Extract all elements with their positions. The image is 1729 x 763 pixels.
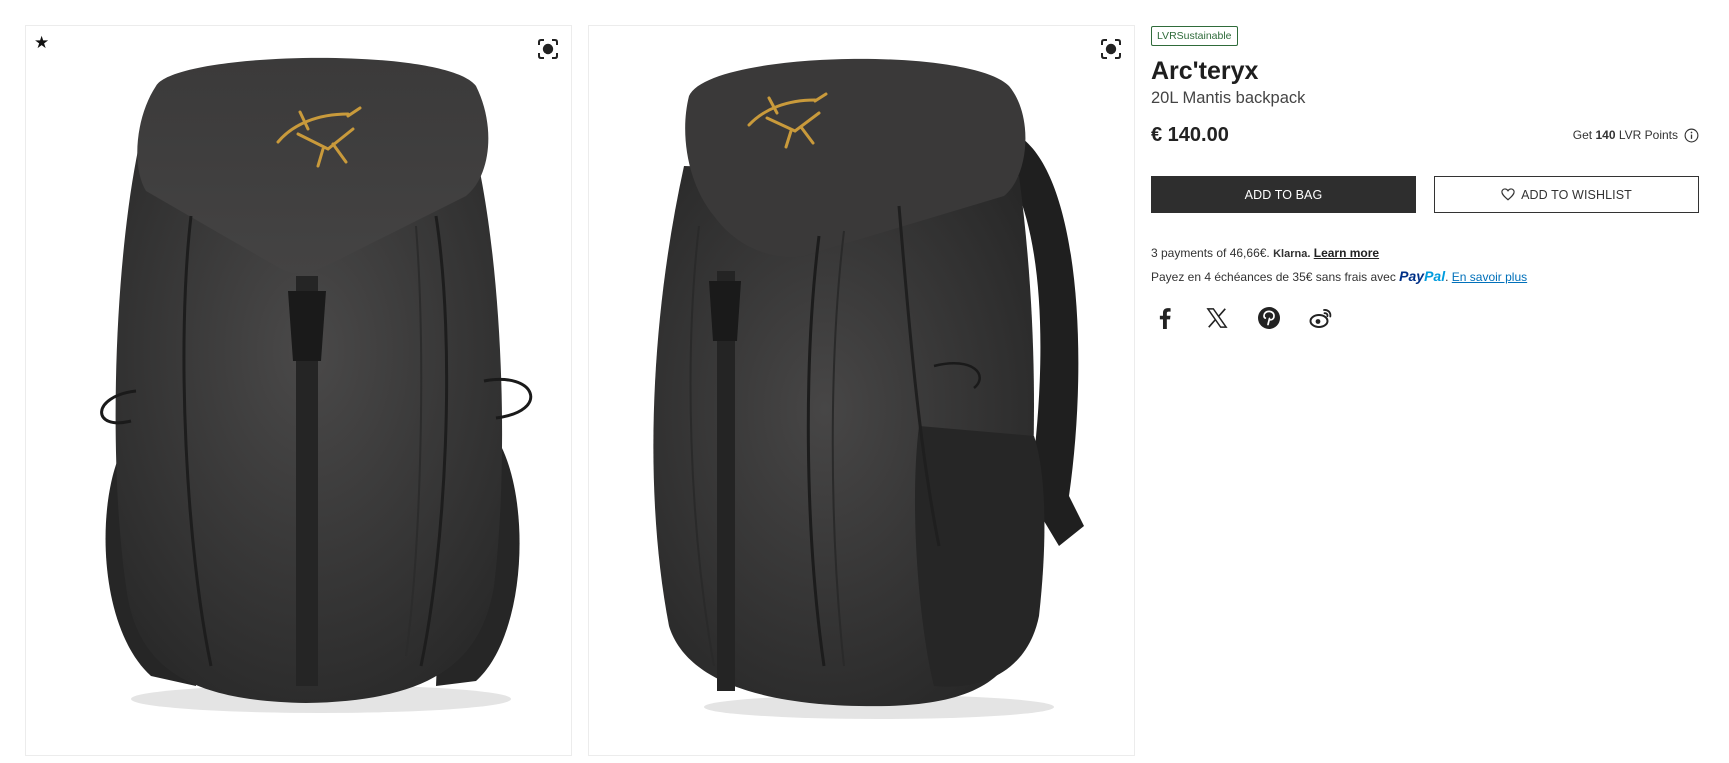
x-icon[interactable] [1205, 306, 1229, 330]
klarna-learn-more-link[interactable]: Learn more [1314, 246, 1379, 260]
klarna-text: 3 payments of 46,66€. [1151, 246, 1270, 260]
heart-icon [1501, 188, 1515, 201]
zoom-button[interactable] [1096, 34, 1126, 64]
product-image-front[interactable]: star-icon ★ [25, 25, 572, 756]
klarna-logo: Klarna. [1273, 248, 1311, 260]
weibo-icon[interactable] [1309, 306, 1333, 330]
zoom-icon [1101, 39, 1121, 59]
zoom-button[interactable] [533, 34, 563, 64]
points-suffix: LVR Points [1618, 128, 1678, 142]
star-icon[interactable]: ★ [34, 34, 49, 51]
backpack-side-image [653, 58, 1084, 719]
price: € 140.00 [1151, 123, 1229, 146]
info-icon[interactable] [1684, 128, 1699, 143]
product-info: LVRSustainable Arc'teryx 20L Mantis back… [1151, 26, 1699, 330]
product-image-side[interactable] [588, 25, 1135, 756]
brand-name[interactable]: Arc'teryx [1151, 57, 1699, 85]
facebook-icon[interactable] [1153, 306, 1177, 330]
wishlist-label: ADD TO WISHLIST [1521, 187, 1632, 202]
add-to-bag-button[interactable]: ADD TO BAG [1151, 176, 1416, 213]
price-row: € 140.00 Get 140 LVR Points [1151, 122, 1699, 148]
sustainable-badge: LVRSustainable [1151, 26, 1238, 46]
add-to-wishlist-button[interactable]: ADD TO WISHLIST [1434, 176, 1699, 213]
product-page: star-icon ★ [0, 0, 1729, 763]
action-buttons: ADD TO BAG ADD TO WISHLIST [1151, 176, 1699, 213]
pinterest-icon[interactable] [1257, 306, 1281, 330]
paypal-line: Payez en 4 échéances de 35€ sans frais a… [1151, 268, 1528, 284]
lvr-points: Get 140 LVR Points [1573, 128, 1699, 143]
zoom-icon [538, 39, 558, 59]
points-value: 140 [1595, 128, 1616, 142]
paypal-text: Payez en 4 échéances de 35€ sans frais a… [1151, 270, 1396, 284]
paypal-learn-more-link[interactable]: En savoir plus [1452, 270, 1527, 284]
points-prefix: Get [1572, 128, 1593, 142]
paypal-logo: PayPal [1399, 268, 1446, 284]
product-title: 20L Mantis backpack [1151, 89, 1306, 107]
klarna-line: 3 payments of 46,66€. Klarna. Learn more [1151, 242, 1699, 265]
backpack-front-image [100, 57, 533, 713]
social-share [1151, 306, 1699, 330]
